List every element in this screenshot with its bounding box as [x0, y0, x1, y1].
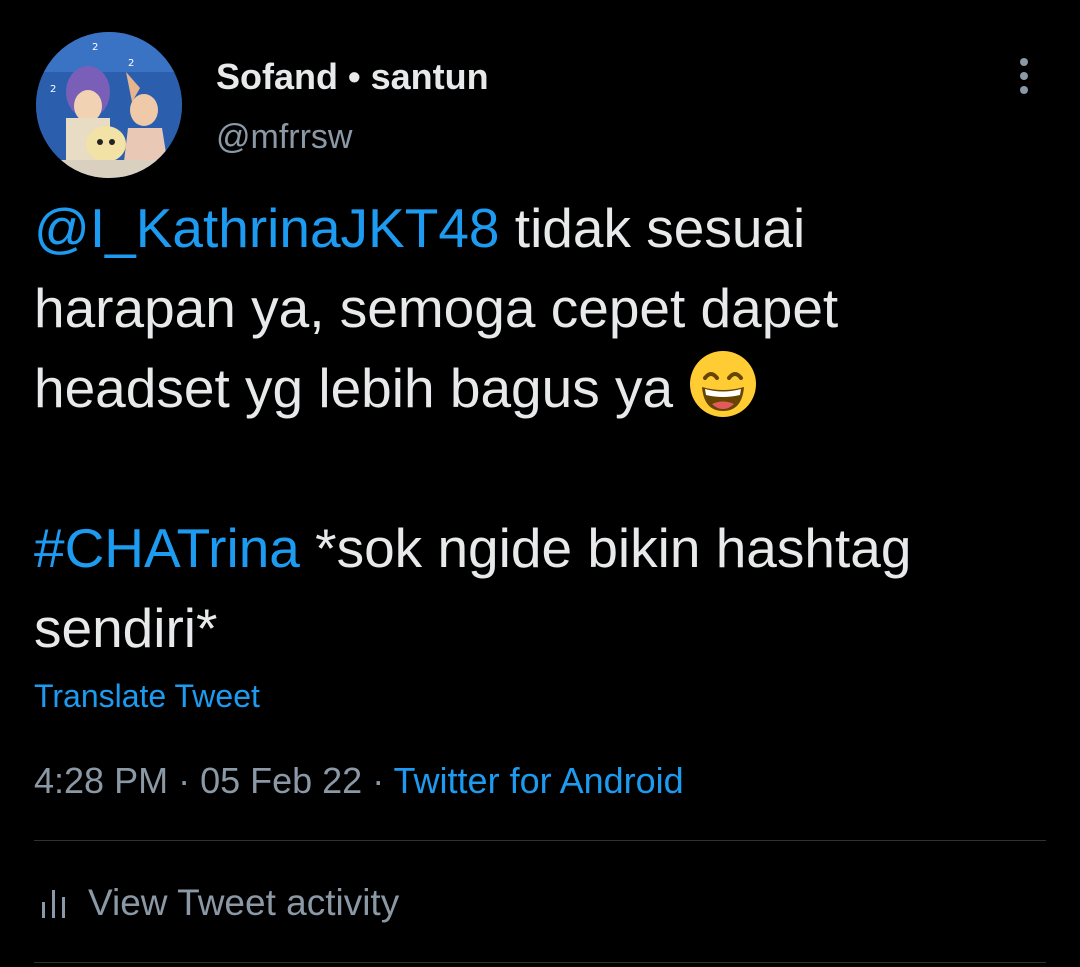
tweet-text-line-3: headset yg lebih bagus ya: [34, 348, 1044, 428]
tweet-text-line-5: sendiri*: [34, 597, 218, 659]
grinning-face-with-smiling-eyes-icon: [690, 351, 757, 417]
divider: [34, 962, 1046, 963]
tweet-metadata: 4:28 PM · 05 Feb 22 · Twitter for Androi…: [34, 760, 684, 802]
hashtag-link[interactable]: #CHATrina: [34, 517, 300, 579]
view-tweet-activity-label: View Tweet activity: [88, 882, 400, 923]
tweet-text-segment: headset yg lebih bagus ya: [34, 357, 689, 419]
tweet-source-link[interactable]: Twitter for Android: [394, 760, 684, 801]
tweet-time[interactable]: 4:28 PM: [34, 760, 168, 801]
tweet-date[interactable]: 05 Feb 22: [200, 760, 362, 801]
svg-text:2: 2: [92, 42, 98, 53]
tweet-text-segment: tidak sesuai: [499, 197, 806, 259]
author-display-name[interactable]: Sofand • santun: [216, 56, 489, 98]
translate-tweet-link[interactable]: Translate Tweet: [34, 678, 260, 715]
meta-separator: ·: [168, 760, 201, 801]
tweet-detail: 2 2 2 Sofand • santun @mfrrsw @I_Kathrin…: [0, 0, 1080, 967]
meta-separator: ·: [362, 760, 394, 801]
tweet-text-segment: *sok ngide bikin hashtag: [299, 517, 912, 579]
mention-link[interactable]: @I_KathrinaJKT48: [34, 197, 500, 259]
bar-chart-icon: [42, 890, 65, 918]
tweet-text-line-1: @I_KathrinaJKT48 tidak sesuai: [34, 188, 1044, 268]
avatar-image: 2 2 2: [36, 32, 182, 178]
divider: [34, 840, 1046, 841]
more-vertical-icon[interactable]: [1006, 52, 1042, 100]
tweet-text: @I_KathrinaJKT48 tidak sesuai harapan ya…: [34, 188, 1044, 668]
svg-text:2: 2: [50, 84, 56, 95]
tweet-text-line-4: #CHATrina *sok ngide bikin hashtag: [34, 508, 1044, 588]
svg-text:2: 2: [128, 58, 134, 69]
author-handle[interactable]: @mfrrsw: [216, 118, 352, 157]
tweet-text-line-2: harapan ya, semoga cepet dapet: [34, 277, 839, 339]
view-tweet-activity-button[interactable]: View Tweet activity: [40, 880, 399, 926]
author-avatar[interactable]: 2 2 2: [36, 32, 182, 178]
